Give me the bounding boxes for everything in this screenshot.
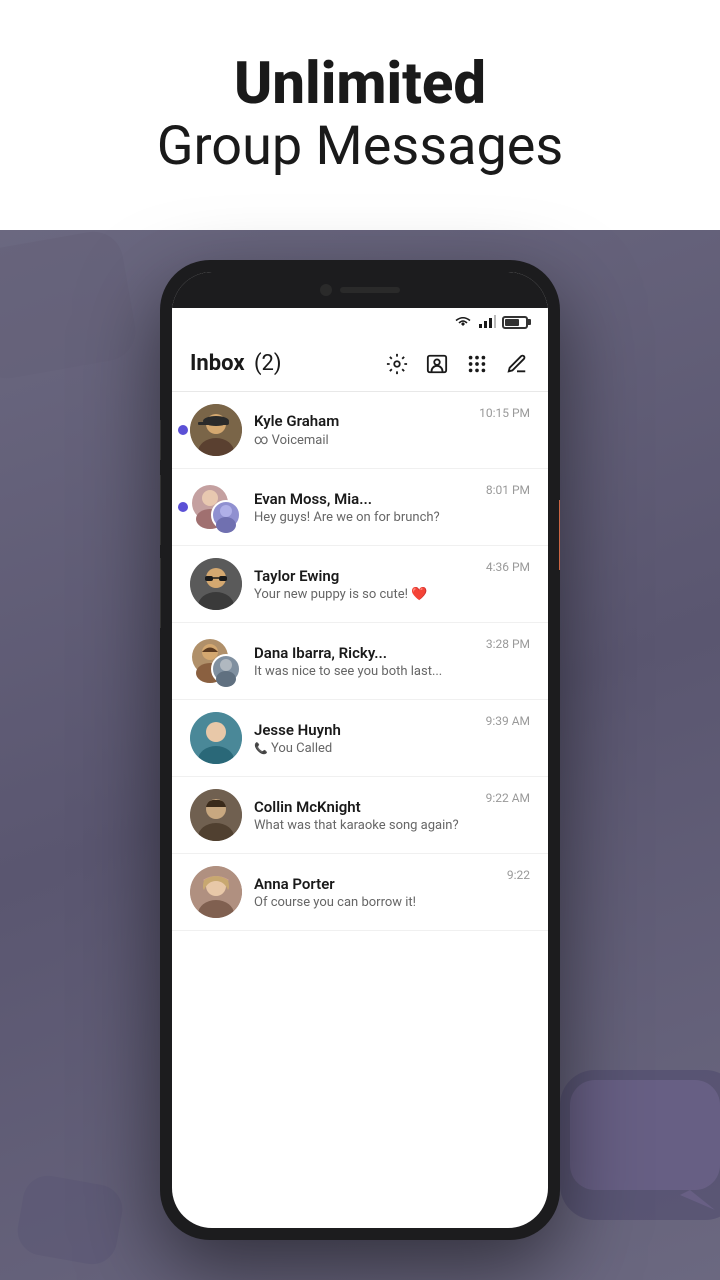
message-content: Taylor Ewing Your new puppy is so cute! …: [254, 567, 478, 602]
bg-bubble-3: [14, 1172, 126, 1268]
message-preview: Of course you can borrow it!: [254, 895, 499, 910]
preview-text: Your new puppy is so cute! ❤️: [254, 587, 427, 602]
camera-bar: [172, 272, 548, 308]
message-content: Collin McKnight What was that karaoke so…: [254, 798, 478, 833]
contacts-icon[interactable]: [424, 351, 450, 377]
message-preview: Hey guys! Are we on for brunch?: [254, 510, 478, 525]
message-preview: What was that karaoke song again?: [254, 818, 478, 833]
message-time: 9:22 AM: [486, 789, 530, 805]
message-content: Kyle Graham ∞ Voicemail: [254, 412, 471, 448]
message-preview: ∞ Voicemail: [254, 432, 471, 448]
avatar: [190, 404, 242, 456]
status-bar: [172, 308, 548, 336]
contact-name: Evan Moss, Mia...: [254, 490, 478, 508]
chat-bubble-icon: [560, 1070, 720, 1220]
side-button: [559, 500, 560, 570]
message-time: 4:36 PM: [486, 558, 530, 574]
settings-icon[interactable]: [384, 351, 410, 377]
contact-name: Collin McKnight: [254, 798, 478, 816]
speaker-bar: [340, 287, 400, 293]
contact-name: Taylor Ewing: [254, 567, 478, 585]
volume-button-3: [160, 558, 161, 628]
contact-name: Kyle Graham: [254, 412, 471, 430]
header-icons: [384, 351, 530, 377]
contact-name: Anna Porter: [254, 875, 499, 893]
contact-name: Jesse Huynh: [254, 721, 478, 739]
volume-button-2: [160, 475, 161, 545]
unread-indicator: [178, 502, 188, 512]
inbox-count: (2): [254, 351, 282, 376]
promo-title-line2: Group Messages: [157, 117, 564, 176]
message-list: Kyle Graham ∞ Voicemail 10:15 PM: [172, 392, 548, 1228]
message-content: Dana Ibarra, Ricky... It was nice to see…: [254, 644, 478, 679]
phone-screen: Inbox (2): [172, 272, 548, 1228]
inbox-label: Inbox: [190, 351, 245, 376]
message-time: 9:39 AM: [486, 712, 530, 728]
message-time: 8:01 PM: [486, 481, 530, 497]
message-time: 9:22: [507, 866, 530, 882]
message-preview: It was nice to see you both last...: [254, 664, 478, 679]
promo-title-line1: Unlimited: [234, 53, 486, 117]
apps-icon[interactable]: [464, 351, 490, 377]
message-content: Jesse Huynh 📞 You Called: [254, 721, 478, 756]
bg-bubble-2: [560, 1070, 720, 1220]
avatar-multi: [190, 481, 242, 533]
background-section: Inbox (2): [0, 230, 720, 1280]
message-item[interactable]: Evan Moss, Mia... Hey guys! Are we on fo…: [172, 469, 548, 546]
message-item[interactable]: Anna Porter Of course you can borrow it!…: [172, 854, 548, 931]
bg-bubble-1: [0, 227, 140, 383]
inbox-title: Inbox (2): [190, 351, 384, 376]
wifi-icon: [454, 315, 472, 329]
camera-dot: [320, 284, 332, 296]
unread-indicator: [178, 425, 188, 435]
phone-frame: Inbox (2): [160, 260, 560, 1240]
message-content: Evan Moss, Mia... Hey guys! Are we on fo…: [254, 490, 478, 525]
message-item[interactable]: Dana Ibarra, Ricky... It was nice to see…: [172, 623, 548, 700]
message-item[interactable]: Taylor Ewing Your new puppy is so cute! …: [172, 546, 548, 623]
avatar: [190, 789, 242, 841]
app-header: Inbox (2): [172, 336, 548, 392]
message-item[interactable]: Collin McKnight What was that karaoke so…: [172, 777, 548, 854]
signal-icon: [478, 315, 496, 329]
volume-button-1: [160, 420, 161, 460]
promo-header: Unlimited Group Messages: [0, 0, 720, 230]
compose-icon[interactable]: [504, 351, 530, 377]
battery-icon: [502, 316, 528, 329]
message-preview: Your new puppy is so cute! ❤️: [254, 587, 478, 602]
message-item[interactable]: Kyle Graham ∞ Voicemail 10:15 PM: [172, 392, 548, 469]
message-time: 3:28 PM: [486, 635, 530, 651]
message-item[interactable]: Jesse Huynh 📞 You Called 9:39 AM: [172, 700, 548, 777]
contact-name: Dana Ibarra, Ricky...: [254, 644, 478, 662]
avatar: [190, 712, 242, 764]
message-time: 10:15 PM: [479, 404, 530, 420]
message-content: Anna Porter Of course you can borrow it!: [254, 875, 499, 910]
avatar-multi: [190, 635, 242, 687]
avatar: [190, 558, 242, 610]
avatar: [190, 866, 242, 918]
message-preview: 📞 You Called: [254, 741, 478, 756]
